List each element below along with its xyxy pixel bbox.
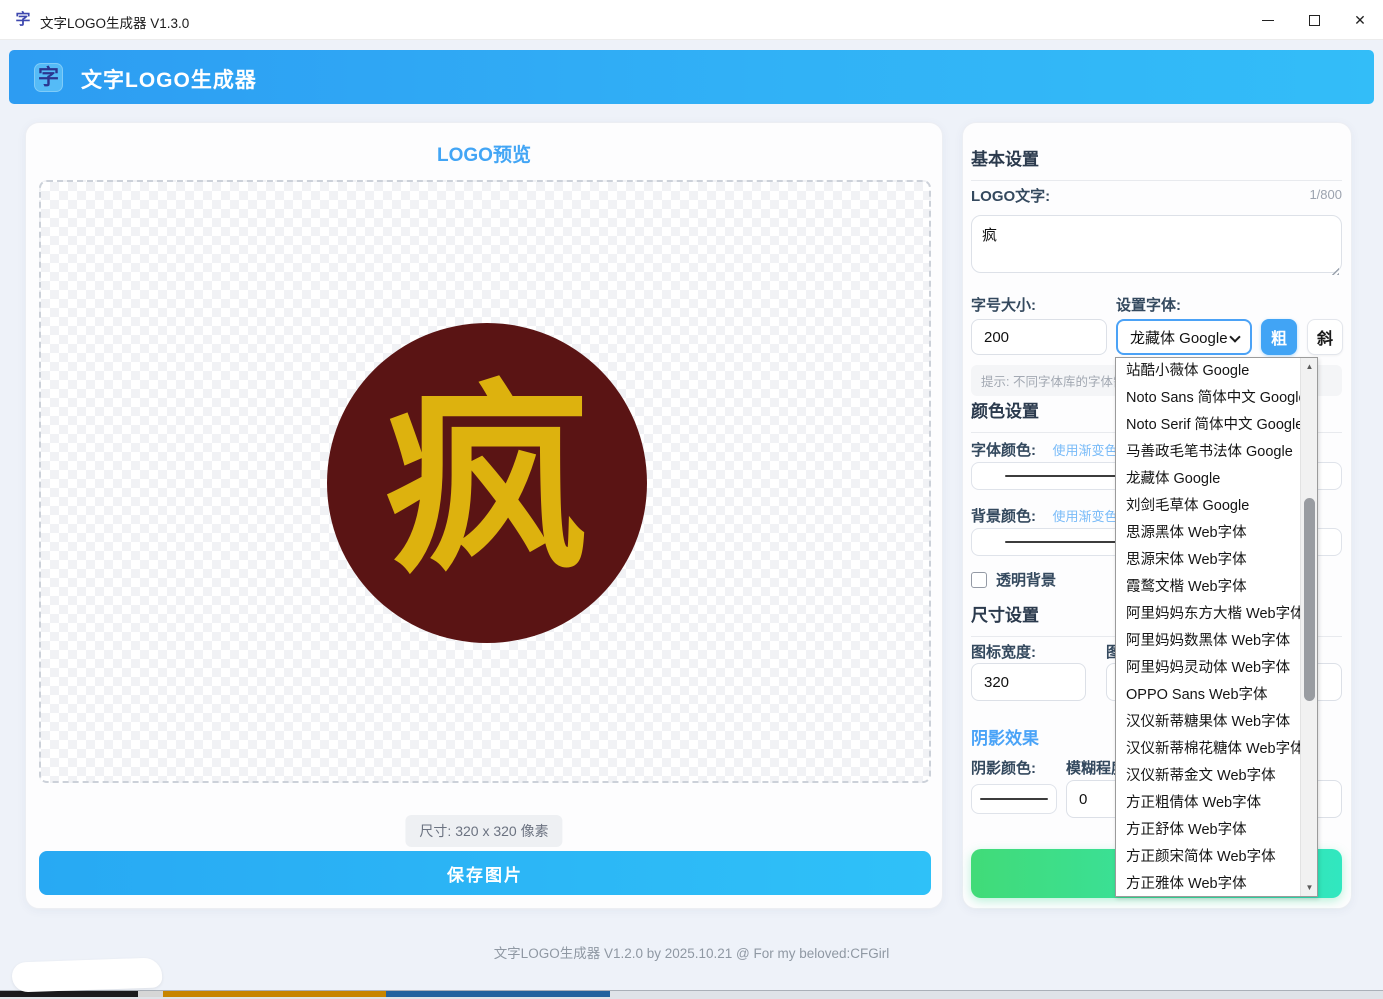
close-icon: ✕ [1354,13,1366,27]
app-header-title: 文字LOGO生成器 [81,64,257,94]
font-dropdown-item[interactable]: 阿里妈妈灵动体 Web字体 [1116,655,1300,682]
background-window-strip [0,990,1383,999]
strip-segment-light [138,991,163,997]
font-dropdown-item[interactable]: Noto Serif 简体中文 Google [1116,412,1300,439]
italic-toggle-button[interactable]: 斜 [1307,319,1343,355]
preview-panel: LOGO预览 疯 尺寸: 320 x 320 像素 保存图片 [25,122,943,909]
app-header: 字 文字LOGO生成器 [9,50,1374,104]
basic-settings-heading: 基本设置 [971,145,1342,181]
scroll-down-icon[interactable]: ▼ [1301,879,1318,896]
font-dropdown-item[interactable]: 站酷小薇体 Google [1116,358,1300,385]
font-color-label: 字体颜色: [971,442,1036,459]
font-dropdown-items: 站酷小薇体 GoogleNoto Sans 简体中文 GoogleNoto Se… [1116,358,1300,896]
minimize-icon [1262,20,1274,21]
font-family-selected-value: 龙藏体 Google [1130,327,1228,348]
font-dropdown-item[interactable]: 汉仪新蒂糖果体 Web字体 [1116,709,1300,736]
font-dropdown-item[interactable]: 汉仪新蒂金文 Web字体 [1116,763,1300,790]
transparent-bg-label: 透明背景 [996,569,1056,590]
font-dropdown-item[interactable]: 阿里妈妈数黑体 Web字体 [1116,628,1300,655]
font-family-select[interactable]: 龙藏体 Google [1116,319,1252,355]
strip-segment-blue [386,991,610,997]
icon-width-input[interactable] [971,663,1086,701]
logo-text-label: LOGO文字: [971,188,1050,205]
font-dropdown-item[interactable]: 方正颜宋简体 Web字体 [1116,844,1300,871]
font-dropdown-item[interactable]: 霞鹜文楷 Web字体 [1116,574,1300,601]
font-dropdown-item[interactable]: 刘剑毛草体 Google [1116,493,1300,520]
strip-segment-orange [163,991,386,997]
font-dropdown-item[interactable]: OPPO Sans Web字体 [1116,682,1300,709]
logo-text-input[interactable]: 疯 [971,215,1342,273]
preview-canvas: 疯 [39,180,931,783]
app-logo-icon: 字 [34,63,63,92]
char-counter: 1/800 [1309,187,1342,202]
window-titlebar: 字 文字LOGO生成器 V1.3.0 ✕ [0,0,1383,40]
font-dropdown-item[interactable]: 方正舒体 Web字体 [1116,817,1300,844]
font-dropdown-item[interactable]: Noto Sans 简体中文 Google [1116,385,1300,412]
font-dropdown-item[interactable]: 汉仪新蒂棉花糖体 Web字体 [1116,736,1300,763]
logo-circle: 疯 [327,323,647,643]
bg-color-label: 背景颜色: [971,508,1036,525]
font-size-input[interactable] [971,319,1107,355]
transparent-bg-checkbox[interactable] [971,572,987,588]
size-badge: 尺寸: 320 x 320 像素 [405,815,562,847]
window-title: 文字LOGO生成器 V1.3.0 [40,12,189,32]
background-artifact [12,957,163,992]
shadow-color-picker[interactable] [971,784,1057,814]
close-button[interactable]: ✕ [1337,0,1383,40]
font-dropdown-item[interactable]: 阿里妈妈东方大楷 Web字体 [1116,601,1300,628]
bg-gradient-link[interactable]: 使用渐变色 [1052,509,1117,524]
preview-title: LOGO预览 [26,140,942,167]
chevron-down-icon [1229,331,1240,342]
transparent-bg-checkbox-row[interactable]: 透明背景 [971,569,1056,590]
font-dropdown-item[interactable]: 方正雅体 Web字体 [1116,871,1300,896]
minimize-button[interactable] [1245,0,1291,40]
scroll-up-icon[interactable]: ▲ [1301,358,1318,375]
maximize-icon [1309,15,1320,26]
font-dropdown-item[interactable]: 龙藏体 Google [1116,466,1300,493]
app-icon: 字 [14,11,32,29]
footer-text: 文字LOGO生成器 V1.2.0 by 2025.10.21 @ For my … [0,942,1383,962]
dropdown-scrollbar[interactable]: ▲ ▼ [1300,358,1317,896]
logo-character: 疯 [385,381,590,586]
font-dropdown-item[interactable]: 马善政毛笔书法体 Google [1116,439,1300,466]
font-family-label: 设置字体: [1116,294,1181,315]
shadow-color-swatch [980,798,1049,800]
bold-toggle-button[interactable]: 粗 [1261,319,1297,355]
font-dropdown-item[interactable]: 思源黑体 Web字体 [1116,520,1300,547]
maximize-button[interactable] [1291,0,1337,40]
font-gradient-link[interactable]: 使用渐变色 [1052,443,1117,458]
font-dropdown-item[interactable]: 方正粗倩体 Web字体 [1116,790,1300,817]
font-dropdown-list: 站酷小薇体 GoogleNoto Sans 简体中文 GoogleNoto Se… [1115,357,1318,897]
font-dropdown-item[interactable]: 思源宋体 Web字体 [1116,547,1300,574]
dropdown-scrollbar-thumb[interactable] [1304,498,1315,701]
save-image-button[interactable]: 保存图片 [39,851,931,895]
strip-segment-dark [0,991,138,997]
